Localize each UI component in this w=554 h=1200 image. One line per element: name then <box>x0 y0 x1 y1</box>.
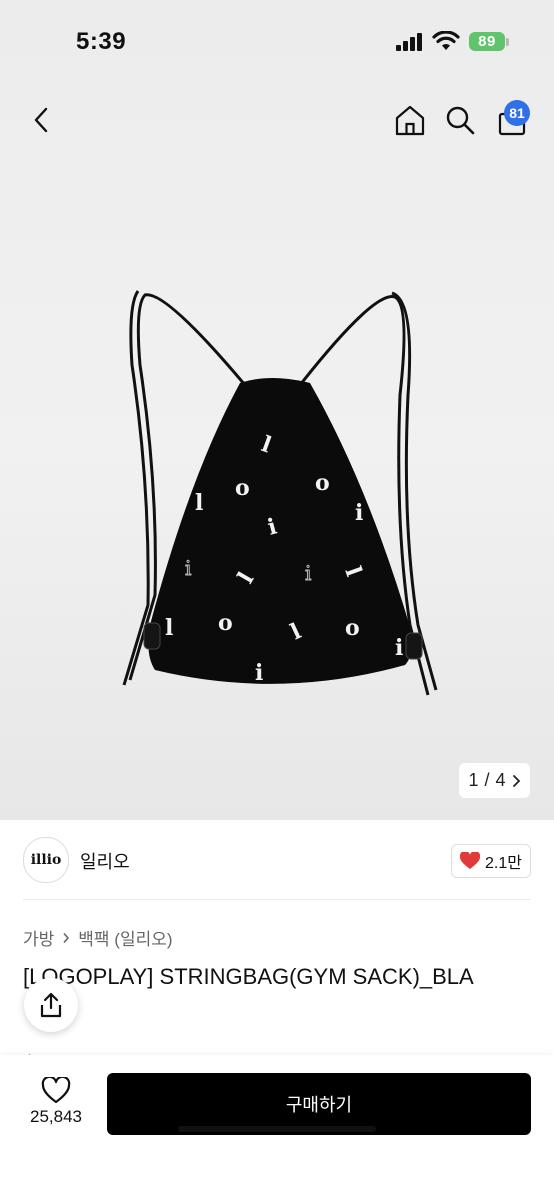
back-button[interactable] <box>24 102 58 138</box>
share-button[interactable] <box>24 978 78 1032</box>
chevron-left-icon <box>34 107 48 133</box>
image-page-indicator[interactable]: 1 / 4 <box>459 763 530 798</box>
home-indicator <box>178 1126 376 1132</box>
brand-logo-text: illio <box>30 852 62 868</box>
product-title: [LOGOPLAY] STRINGBAG(GYM SACK)_BLA <box>23 964 474 989</box>
heart-outline-icon <box>41 1075 71 1104</box>
product-photo: l l o o i i l l l o l o i i i i <box>122 290 438 696</box>
svg-text:o: o <box>235 475 250 501</box>
wishlist-count: 25,843 <box>30 1107 82 1126</box>
svg-text:l: l <box>195 490 203 516</box>
brand-name-link[interactable]: 일리오 <box>80 848 130 874</box>
wifi-icon <box>432 31 460 50</box>
svg-text:l: l <box>165 615 173 641</box>
breadcrumb-item-bags[interactable]: 가방 <box>23 925 54 950</box>
breadcrumb-item-backpack[interactable]: 백팩 (일리오) <box>78 925 172 950</box>
current-image-number: 1 <box>468 770 479 790</box>
battery-nub <box>506 38 509 46</box>
status-time: 5:39 <box>76 28 127 55</box>
home-button[interactable] <box>392 102 428 138</box>
search-button[interactable] <box>442 102 478 138</box>
status-bar: 5:39 89 <box>0 0 554 80</box>
section-divider <box>23 899 531 900</box>
chevron-right-icon <box>512 774 520 787</box>
wishlist-button[interactable]: 25,843 <box>20 1073 92 1143</box>
battery-level: 89 <box>478 33 496 50</box>
svg-text:i: i <box>355 500 363 526</box>
brand-like-button[interactable]: 2.1만 <box>451 844 531 878</box>
battery-indicator: 89 <box>469 32 505 51</box>
svg-text:i: i <box>185 556 191 580</box>
svg-text:o: o <box>218 610 233 636</box>
svg-text:i: i <box>305 561 311 585</box>
chevron-right-icon <box>63 932 70 943</box>
signal-icon <box>396 33 422 51</box>
home-icon <box>395 105 425 136</box>
breadcrumb: 가방 백팩 (일리오) <box>23 925 173 950</box>
svg-text:i: i <box>255 660 263 686</box>
svg-text:o: o <box>315 470 330 496</box>
svg-text:o: o <box>345 615 360 641</box>
image-counter-separator: / <box>484 770 490 790</box>
heart-filled-icon <box>460 852 481 869</box>
brand-row: illio 일리오 2.1만 <box>0 822 554 900</box>
share-icon <box>40 992 62 1018</box>
svg-text:i: i <box>395 635 403 661</box>
search-icon <box>446 106 475 135</box>
brand-logo[interactable]: illio <box>23 837 69 883</box>
total-image-count: 4 <box>495 770 506 790</box>
cart-count-badge: 81 <box>504 100 530 126</box>
brand-like-count: 2.1만 <box>485 855 522 872</box>
